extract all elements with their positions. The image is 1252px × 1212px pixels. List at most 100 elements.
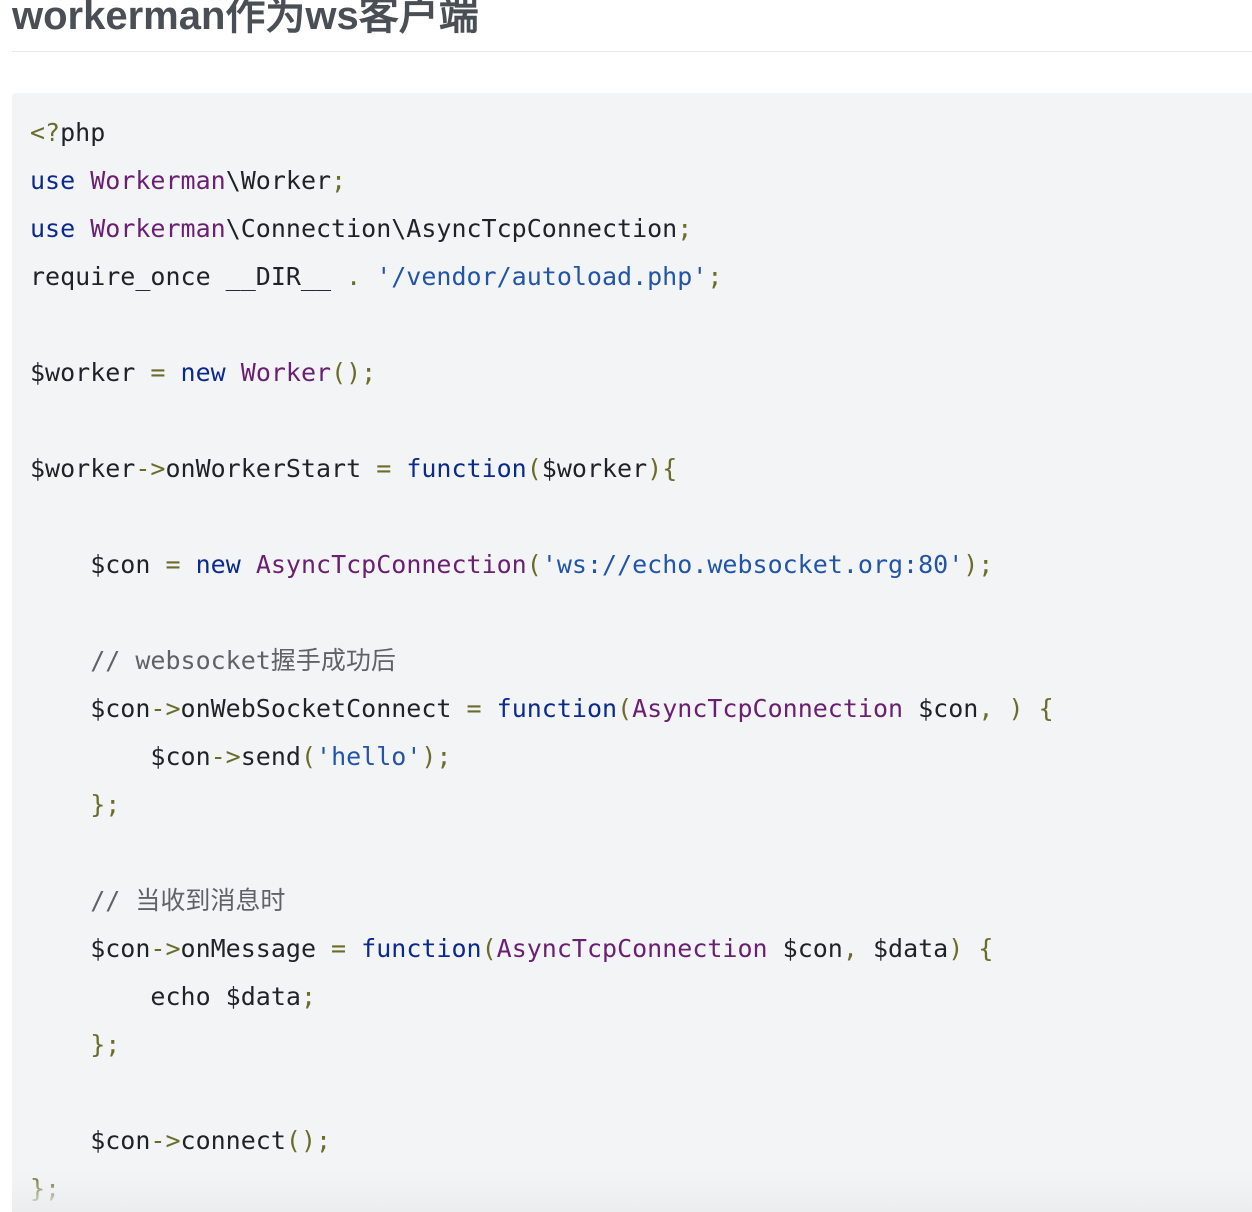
code-token: $data — [857, 934, 949, 963]
code-token: ; — [300, 982, 316, 1011]
code-token: $worker — [30, 358, 151, 387]
code-token: $con — [30, 550, 166, 579]
code-token: use — [30, 214, 76, 243]
code-token: -> — [135, 454, 166, 483]
code-line: $con->onWebSocketConnect = function(Asyn… — [30, 685, 1054, 733]
code-token: $worker — [30, 454, 136, 483]
code-token: ) — [948, 934, 964, 963]
code-token: }; — [30, 1030, 121, 1059]
code-content[interactable]: <?php use Workerman\Worker; use Workerman\… — [30, 109, 1054, 1212]
code-token: AsyncTcpConnection — [255, 550, 527, 579]
code-token: ( — [481, 934, 497, 963]
code-token: ( — [300, 742, 317, 771]
code-token: { — [1038, 694, 1054, 723]
heading-divider — [12, 51, 1252, 52]
code-token: -> — [150, 934, 181, 963]
code-block[interactable]: <?php use Workerman\Worker; use Workerman\… — [12, 93, 1252, 1212]
code-line: use Workerman\Worker; — [30, 157, 1054, 205]
code-token: // 当收到消息时 — [30, 886, 286, 915]
code-token: AsyncTcpConnection — [496, 934, 768, 963]
code-token: (); — [285, 1126, 332, 1155]
code-token: $con — [30, 694, 151, 723]
code-line: <?php — [30, 109, 1054, 157]
code-token: -> — [150, 1126, 181, 1155]
code-token: $con — [903, 694, 979, 723]
code-token: new — [180, 358, 226, 387]
code-token: function — [361, 934, 482, 963]
code-token: = — [376, 454, 392, 483]
code-token: ); — [421, 742, 452, 771]
code-token: 'hello' — [316, 742, 422, 771]
code-token: '/vendor/autoload.php' — [376, 262, 708, 291]
code-token: $con — [30, 934, 151, 963]
code-token: $con — [767, 934, 843, 963]
code-token: ; — [331, 166, 347, 195]
code-token: = — [150, 358, 166, 387]
code-token: = — [466, 694, 482, 723]
code-line: $con->send('hello'); — [30, 733, 1054, 781]
code-token: onWorkerStart — [165, 454, 377, 483]
code-token: Workerman — [90, 166, 226, 195]
code-token: }; — [30, 1174, 61, 1203]
code-token: \Worker — [225, 166, 332, 195]
code-token: function — [406, 454, 527, 483]
code-token: ) — [1008, 694, 1024, 723]
code-token: , — [842, 934, 858, 963]
code-token: , — [978, 694, 994, 723]
code-token: // websocket握手成功后 — [30, 646, 396, 675]
code-token: send — [240, 742, 301, 771]
code-token: require_once __DIR__ — [30, 262, 347, 291]
code-token: AsyncTcpConnection — [632, 694, 904, 723]
code-token: ; — [707, 262, 723, 291]
code-token: -> — [210, 742, 241, 771]
code-token: onWebSocketConnect — [180, 694, 467, 723]
code-token: ( — [526, 454, 542, 483]
code-token: }; — [30, 790, 121, 819]
code-line: }; — [30, 781, 1054, 829]
code-token: ); — [963, 550, 994, 579]
code-token: = — [331, 934, 347, 963]
code-token: use — [30, 166, 76, 195]
code-token: { — [978, 934, 994, 963]
code-line: $con->onMessage = function(AsyncTcpConne… — [30, 925, 1054, 973]
code-token: new — [195, 550, 241, 579]
code-token: ; — [677, 214, 693, 243]
code-line: echo $data; — [30, 973, 1054, 1021]
code-token: 'ws://echo.websocket.org:80' — [541, 550, 964, 579]
code-line: $con->connect(); — [30, 1117, 1054, 1165]
code-line: require_once __DIR__ . '/vendor/autoload… — [30, 253, 1054, 301]
code-line: }; — [30, 1165, 1054, 1212]
code-line: }; — [30, 1021, 1054, 1069]
code-line: $worker->onWorkerStart = function($worke… — [30, 445, 1054, 493]
code-token: ){ — [647, 454, 678, 483]
code-token: ( — [526, 550, 542, 579]
code-token: php — [60, 118, 106, 147]
code-token: $con — [30, 742, 211, 771]
code-line: // websocket握手成功后 — [30, 637, 1054, 685]
code-token: connect — [180, 1126, 286, 1155]
code-token: Workerman — [90, 214, 226, 243]
code-token: $con — [30, 1126, 151, 1155]
code-line: $worker = new Worker(); — [30, 349, 1054, 397]
code-token: \Connection\AsyncTcpConnection — [225, 214, 678, 243]
code-token: function — [496, 694, 618, 723]
code-token: $worker — [541, 454, 648, 483]
code-token: -> — [150, 694, 181, 723]
